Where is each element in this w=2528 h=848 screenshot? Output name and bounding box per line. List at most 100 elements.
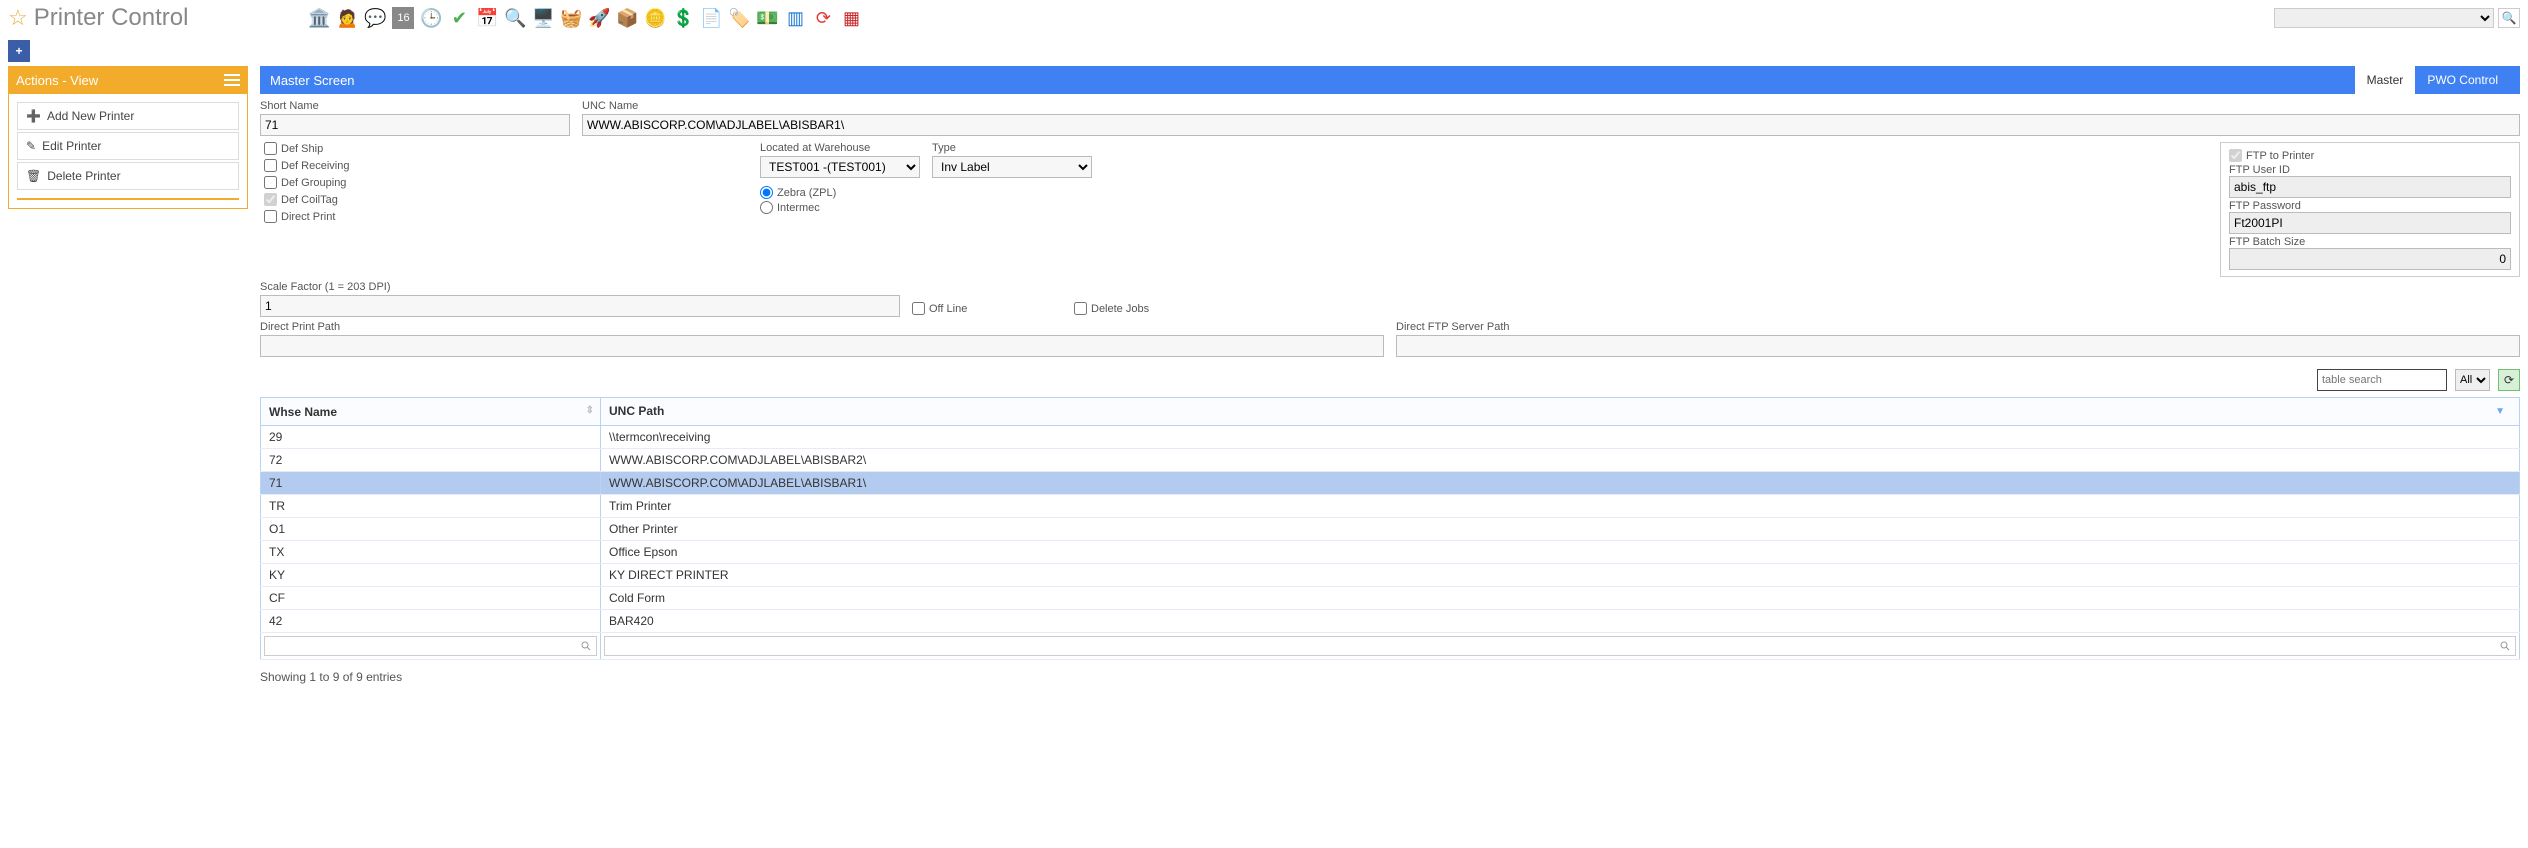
- ftp-password-input[interactable]: [2229, 212, 2511, 234]
- unc-name-input[interactable]: [582, 114, 2520, 136]
- short-name-label: Short Name: [260, 100, 570, 112]
- tab-master[interactable]: Master: [2355, 66, 2416, 94]
- clock-icon[interactable]: 🕒: [420, 7, 442, 29]
- table-row[interactable]: 71WWW.ABISCORP.COM\ADJLABEL\ABISBAR1\: [261, 472, 2520, 495]
- basket-icon[interactable]: 🧺: [560, 7, 582, 29]
- check-icon[interactable]: ✔: [448, 7, 470, 29]
- hamburger-icon[interactable]: [224, 74, 240, 86]
- cell-whse: CF: [261, 587, 601, 610]
- cell-unc: BAR420: [601, 610, 2520, 633]
- master-title: Master Screen: [270, 73, 355, 88]
- blue-box-icon[interactable]: ▥: [784, 7, 806, 29]
- red-box-icon[interactable]: ▦: [840, 7, 862, 29]
- unc-name-label: UNC Name: [582, 100, 2520, 112]
- cell-unc: WWW.ABISCORP.COM\ADJLABEL\ABISBAR2\: [601, 449, 2520, 472]
- box-icon[interactable]: 📦: [616, 7, 638, 29]
- ftp-batch-label: FTP Batch Size: [2229, 236, 2305, 248]
- top-search-select[interactable]: [2274, 8, 2494, 28]
- table-row[interactable]: TXOffice Epson: [261, 541, 2520, 564]
- table-row[interactable]: TRTrim Printer: [261, 495, 2520, 518]
- delete-jobs-check[interactable]: Delete Jobs: [1074, 302, 1149, 315]
- action-icon: ➕: [26, 109, 41, 123]
- short-name-input[interactable]: [260, 114, 570, 136]
- direct-print-check[interactable]: Direct Print: [264, 210, 740, 223]
- direct-print-path-input[interactable]: [260, 335, 1384, 357]
- filter-unc-input[interactable]: [604, 636, 2516, 656]
- table-refresh-button[interactable]: ⟳: [2498, 369, 2520, 391]
- filter-icon[interactable]: ▼: [2489, 404, 2511, 419]
- cell-whse: O1: [261, 518, 601, 541]
- money-icon[interactable]: 💵: [756, 7, 778, 29]
- ftp-batch-input[interactable]: [2229, 248, 2511, 270]
- action-label: Delete Printer: [47, 169, 120, 183]
- bank-icon[interactable]: 🏛️: [308, 7, 330, 29]
- ftp-password-label: FTP Password: [2229, 200, 2301, 212]
- ftp-user-input[interactable]: [2229, 176, 2511, 198]
- add-button[interactable]: +: [8, 40, 30, 62]
- cell-whse: TX: [261, 541, 601, 564]
- table-row[interactable]: CFCold Form: [261, 587, 2520, 610]
- cell-whse: 29: [261, 426, 601, 449]
- page-title: Printer Control: [34, 4, 189, 32]
- rocket-icon[interactable]: 🚀: [588, 7, 610, 29]
- zebra-radio[interactable]: Zebra (ZPL): [760, 186, 2200, 199]
- table-filter-select[interactable]: All: [2455, 369, 2490, 391]
- tab-pwo-control[interactable]: PWO Control: [2415, 66, 2510, 94]
- ftp-box: FTP to Printer FTP User ID FTP Password …: [2220, 142, 2520, 277]
- action-item-1[interactable]: ✎Edit Printer: [17, 132, 239, 160]
- direct-ftp-path-label: Direct FTP Server Path: [1396, 321, 2520, 333]
- action-label: Add New Printer: [47, 109, 134, 123]
- warehouse-label: Located at Warehouse: [760, 142, 920, 154]
- type-select[interactable]: Inv Label: [932, 156, 1092, 178]
- star-icon[interactable]: ☆: [8, 5, 28, 31]
- action-item-0[interactable]: ➕ Add New Printer: [17, 102, 239, 130]
- direct-ftp-path-input[interactable]: [1396, 335, 2520, 357]
- def-coiltag-check[interactable]: Def CoilTag: [264, 193, 740, 206]
- scale-label: Scale Factor (1 = 203 DPI): [260, 281, 900, 293]
- type-label: Type: [932, 142, 1092, 154]
- schedule-icon[interactable]: 📅: [476, 7, 498, 29]
- col-unc[interactable]: UNC Path▼: [601, 398, 2520, 426]
- def-ship-check[interactable]: Def Ship: [264, 142, 740, 155]
- dollar-chat-icon[interactable]: 💲: [672, 7, 694, 29]
- table-search-input[interactable]: [2317, 369, 2447, 391]
- table-row[interactable]: KYKY DIRECT PRINTER: [261, 564, 2520, 587]
- doc-icon[interactable]: 📄: [700, 7, 722, 29]
- cell-unc: WWW.ABISCORP.COM\ADJLABEL\ABISBAR1\: [601, 472, 2520, 495]
- cell-whse: KY: [261, 564, 601, 587]
- def-grouping-check[interactable]: Def Grouping: [264, 176, 740, 189]
- actions-header: Actions - View: [8, 66, 248, 94]
- warehouse-select[interactable]: TEST001 -(TEST001): [760, 156, 920, 178]
- offline-check[interactable]: Off Line: [912, 302, 1062, 315]
- action-icon: 🗑: [26, 169, 41, 183]
- ftp-to-printer-check[interactable]: FTP to Printer: [2229, 149, 2511, 162]
- intermec-radio[interactable]: Intermec: [760, 201, 2200, 214]
- divider: [17, 198, 239, 200]
- showing-text: Showing 1 to 9 of 9 entries: [260, 670, 2520, 684]
- def-receiving-check[interactable]: Def Receiving: [264, 159, 740, 172]
- chat-icon[interactable]: 💬: [364, 7, 386, 29]
- monitor-icon[interactable]: 🖥️: [532, 7, 554, 29]
- cell-unc: Cold Form: [601, 587, 2520, 610]
- coins-icon[interactable]: 🪙: [644, 7, 666, 29]
- refresh-icon[interactable]: ⟳: [812, 7, 834, 29]
- cell-whse: 71: [261, 472, 601, 495]
- filter-whse-input[interactable]: [264, 636, 597, 656]
- ftp-user-label: FTP User ID: [2229, 164, 2290, 176]
- table-row[interactable]: 42BAR420: [261, 610, 2520, 633]
- cell-unc: Office Epson: [601, 541, 2520, 564]
- scale-input[interactable]: [260, 295, 900, 317]
- person-icon[interactable]: 🙍: [336, 7, 358, 29]
- cell-whse: TR: [261, 495, 601, 518]
- table-row[interactable]: 72WWW.ABISCORP.COM\ADJLABEL\ABISBAR2\: [261, 449, 2520, 472]
- search-icon[interactable]: 🔍: [504, 7, 526, 29]
- cell-unc: KY DIRECT PRINTER: [601, 564, 2520, 587]
- top-search-button[interactable]: 🔍: [2498, 8, 2520, 28]
- action-item-2[interactable]: 🗑 Delete Printer: [17, 162, 239, 190]
- table-row[interactable]: O1Other Printer: [261, 518, 2520, 541]
- table-row[interactable]: 29\\termcon\receiving: [261, 426, 2520, 449]
- tag-icon[interactable]: 🏷️: [728, 7, 750, 29]
- col-whse[interactable]: Whse Name: [261, 398, 601, 426]
- direct-print-path-label: Direct Print Path: [260, 321, 1384, 333]
- calendar-badge-icon[interactable]: 16: [392, 7, 414, 29]
